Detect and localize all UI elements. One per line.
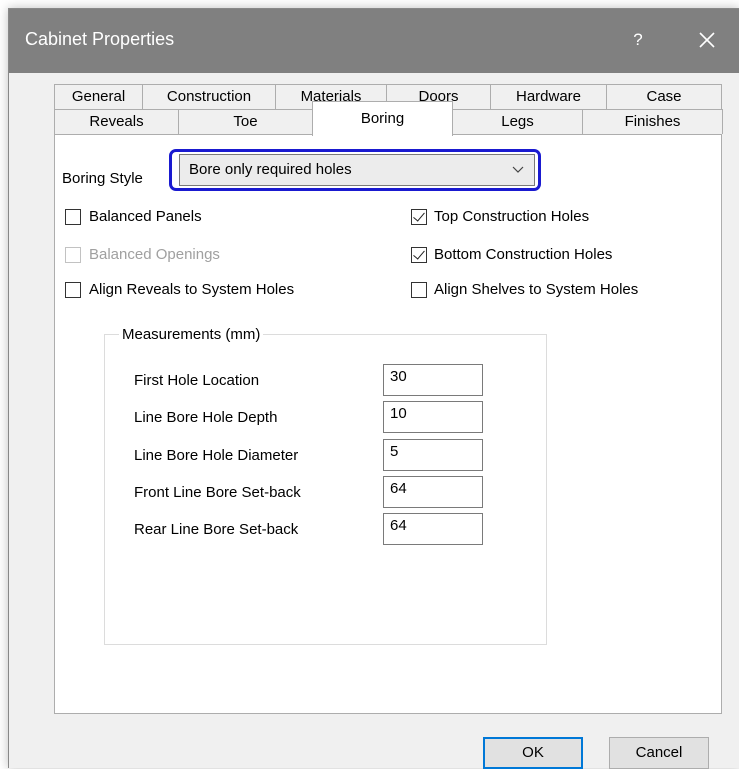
align-reveals-checkbox[interactable]: [65, 282, 81, 298]
top-construction-holes-label: Top Construction Holes: [434, 208, 590, 225]
line-bore-diameter-label: Line Bore Hole Diameter: [134, 447, 299, 464]
tab-construction[interactable]: Construction: [142, 84, 276, 109]
balanced-openings-checkbox: [65, 247, 81, 263]
first-hole-location-label: First Hole Location: [134, 372, 260, 389]
tab-boring[interactable]: Boring: [312, 101, 453, 136]
line-bore-depth-input[interactable]: 10: [383, 401, 483, 433]
ok-button[interactable]: OK: [483, 737, 583, 769]
bottom-construction-holes-checkbox[interactable]: [411, 247, 427, 263]
tab-case[interactable]: Case: [606, 84, 722, 109]
measurements-title: Measurements (mm): [119, 326, 264, 343]
window-title: Cabinet Properties: [25, 29, 175, 49]
line-bore-diameter-input[interactable]: 5: [383, 439, 483, 471]
tab-hardware[interactable]: Hardware: [490, 84, 607, 109]
boring-style-label: Boring Style: [62, 170, 143, 187]
chevron-down-icon: [512, 166, 524, 173]
tab-toe[interactable]: Toe: [178, 109, 313, 134]
boring-style-value: Bore only required holes: [189, 161, 352, 178]
cabinet-properties-dialog: Cabinet Properties ? General Constructio…: [8, 8, 739, 769]
balanced-openings-label: Balanced Openings: [89, 246, 220, 263]
align-reveals-label: Align Reveals to System Holes: [89, 281, 295, 298]
balanced-panels-label: Balanced Panels: [89, 208, 202, 225]
rear-setback-label: Rear Line Bore Set-back: [134, 521, 299, 538]
rear-setback-input[interactable]: 64: [383, 513, 483, 545]
help-button[interactable]: ?: [623, 25, 653, 55]
balanced-panels-checkbox[interactable]: [65, 209, 81, 225]
title-bar: Cabinet Properties ?: [9, 9, 739, 73]
line-bore-depth-label: Line Bore Hole Depth: [134, 409, 278, 426]
tab-legs[interactable]: Legs: [452, 109, 583, 134]
close-icon: [699, 32, 715, 48]
tab-finishes[interactable]: Finishes: [582, 109, 723, 134]
front-setback-label: Front Line Bore Set-back: [134, 484, 301, 501]
tab-general[interactable]: General: [54, 84, 143, 109]
first-hole-location-input[interactable]: 30: [383, 364, 483, 396]
bottom-construction-holes-label: Bottom Construction Holes: [434, 246, 613, 263]
align-shelves-checkbox[interactable]: [411, 282, 427, 298]
top-construction-holes-checkbox[interactable]: [411, 209, 427, 225]
front-setback-input[interactable]: 64: [383, 476, 483, 508]
tab-row-2: Reveals Toe Boring Legs Finishes: [54, 101, 723, 136]
tab-reveals[interactable]: Reveals: [54, 109, 179, 134]
boring-style-dropdown[interactable]: Bore only required holes: [179, 154, 535, 186]
align-shelves-label: Align Shelves to System Holes: [434, 281, 639, 298]
cancel-button[interactable]: Cancel: [609, 737, 709, 769]
close-button[interactable]: [689, 23, 725, 57]
